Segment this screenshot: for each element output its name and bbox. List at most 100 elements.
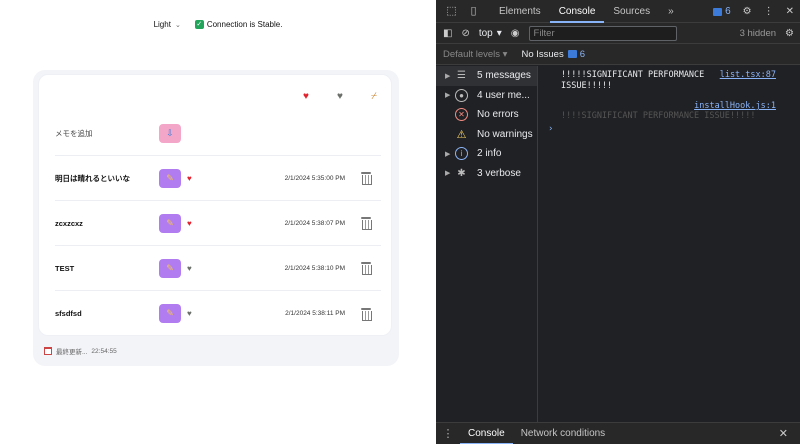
console-prompt[interactable]: ›: [539, 124, 800, 134]
pencil-icon: ✎: [166, 262, 174, 273]
clear-broom-icon[interactable]: ⌿: [367, 91, 381, 102]
add-memo-button[interactable]: ⇩: [159, 123, 181, 143]
memo-app: Light ⌄ ✓ Connection is Stable. ♥ ♥ ⌿ メモ…: [0, 0, 436, 444]
show-nonfavorites-heart-icon[interactable]: ♥: [333, 91, 347, 102]
pencil-icon: ✎: [166, 172, 174, 183]
console-sidebar: ▶ ☰ 5 messages ▶ ● 4 user me... ✕ No err…: [436, 66, 538, 422]
edit-memo-button[interactable]: ✎: [159, 213, 181, 233]
close-icon[interactable]: ✕: [786, 6, 794, 17]
devtools-panel: ⬚ ▯ Elements Console Sources » 6 ⚙ ⋮ ✕ ◧…: [436, 0, 800, 444]
last-updated-label: 最終更新...: [56, 349, 88, 356]
last-updated-time: 22:54:55: [91, 347, 117, 355]
more-options-icon[interactable]: ⋮: [764, 6, 774, 17]
error-icon: ✕: [455, 108, 468, 122]
add-memo-row: メモを追加 ⇩: [55, 111, 381, 156]
drawer-tab-network-conditions[interactable]: Network conditions: [513, 423, 613, 444]
sidebar-item-label: No warnings: [477, 128, 533, 140]
connection-status: ✓ Connection is Stable.: [194, 20, 283, 29]
calendar-icon: [44, 347, 52, 355]
favorite-heart-icon[interactable]: ♥: [187, 219, 192, 228]
more-tabs-icon[interactable]: »: [659, 0, 683, 23]
tab-elements[interactable]: Elements: [490, 0, 550, 23]
console-toolbar: ◧ ⊘ top ▾ ◉ Filter 3 hidden ⚙: [436, 23, 800, 44]
check-mark-icon: ✓: [194, 20, 204, 29]
memo-row: 明日は晴れるといいな ✎ ♥ 2/1/2024 5:35:00 PM: [55, 156, 381, 201]
delete-trash-icon[interactable]: [361, 307, 372, 321]
memo-date: 2/1/2024 5:38:11 PM: [285, 310, 345, 317]
delete-trash-icon[interactable]: [361, 262, 372, 275]
devtools-tab-bar: ⬚ ▯ Elements Console Sources » 6 ⚙ ⋮ ✕: [436, 0, 800, 23]
filter-input[interactable]: Filter: [528, 25, 677, 41]
issues-count-badge: 6: [567, 48, 585, 60]
context-select-value: top: [478, 27, 493, 39]
theme-select[interactable]: Light ⌄: [154, 20, 181, 29]
bug-icon: ✱: [457, 167, 466, 179]
info-icon: i: [455, 147, 468, 161]
hidden-count: 3 hidden: [739, 27, 777, 39]
chevron-down-icon: ⌄: [174, 21, 181, 29]
favorite-heart-icon[interactable]: ♥: [187, 174, 192, 183]
issues-badge[interactable]: 6: [713, 6, 731, 17]
drawer-menu-icon[interactable]: ⋮: [436, 427, 460, 440]
sidebar-item-info[interactable]: ▶ i 2 info: [436, 144, 537, 164]
memo-row: zcxzcxz ✎ ♥ 2/1/2024 5:38:07 PM: [55, 201, 381, 246]
last-updated: 最終更新... 22:54:55: [44, 346, 117, 356]
sidebar-item-label: No errors: [477, 109, 519, 121]
expand-arrow-icon: ▶: [445, 170, 451, 178]
sidebar-item-messages[interactable]: ▶ ☰ 5 messages: [436, 66, 537, 86]
memo-text: 明日は晴れるといいな: [55, 173, 130, 183]
console-message-text-cont: ISSUE!!!!!: [561, 81, 613, 91]
caret-down-icon: ▾: [496, 27, 502, 39]
pencil-icon: ✎: [166, 308, 174, 318]
close-drawer-icon[interactable]: ✕: [779, 427, 788, 440]
tab-console[interactable]: Console: [549, 0, 605, 23]
memo-text: TEST: [55, 263, 75, 273]
sidebar-item-label: 3 verbose: [477, 167, 521, 179]
inspect-element-icon[interactable]: ⬚: [445, 5, 458, 18]
sidebar-item-warnings[interactable]: ⚠ No warnings: [436, 125, 537, 145]
list-icon: ☰: [457, 70, 466, 82]
sidebar-toggle-icon[interactable]: ◧: [443, 28, 452, 39]
expand-arrow-icon: ▶: [445, 72, 451, 80]
show-favorites-heart-icon[interactable]: ♥: [299, 91, 313, 102]
edit-memo-button[interactable]: ✎: [159, 304, 181, 323]
console-source-link[interactable]: list.tsx:87: [720, 70, 776, 81]
device-toolbar-icon[interactable]: ▯: [467, 5, 480, 18]
add-memo-input[interactable]: メモを追加: [55, 128, 159, 139]
memo-date: 2/1/2024 5:38:10 PM: [284, 264, 345, 272]
memo-text: zcxzcxz: [55, 218, 83, 228]
connection-status-text: Connection is Stable.: [206, 20, 283, 29]
issues-counter[interactable]: No Issues 6: [521, 49, 585, 60]
memo-date: 2/1/2024 5:35:00 PM: [284, 174, 345, 182]
sidebar-item-errors[interactable]: ✕ No errors: [436, 105, 537, 125]
sidebar-item-label: 2 info: [477, 148, 502, 160]
edit-memo-button[interactable]: ✎: [159, 258, 181, 278]
favorite-heart-icon[interactable]: ♥: [187, 309, 192, 318]
pencil-icon: ✎: [166, 217, 174, 228]
inbox-tray-icon: ⇩: [166, 127, 174, 138]
issues-label: No Issues: [521, 48, 564, 60]
sidebar-item-label: 4 user me...: [477, 89, 530, 101]
console-source-link[interactable]: installHook.js:1: [539, 101, 800, 111]
devtools-drawer-bar: ⋮ Console Network conditions ✕: [436, 422, 800, 444]
clear-console-icon[interactable]: ⊘: [461, 28, 469, 39]
drawer-tab-console[interactable]: Console: [460, 423, 513, 444]
gear-icon[interactable]: ⚙: [743, 6, 752, 17]
eye-icon[interactable]: ◉: [511, 28, 520, 39]
favorite-heart-icon[interactable]: ♥: [187, 264, 192, 273]
default-levels-select[interactable]: Default levels ▾: [443, 49, 507, 60]
context-select[interactable]: top ▾: [479, 28, 502, 39]
edit-memo-button[interactable]: ✎: [159, 168, 181, 188]
issues-count: 6: [579, 48, 585, 60]
sidebar-item-verbose[interactable]: ▶ ✱ 3 verbose: [436, 164, 537, 184]
console-settings-gear-icon[interactable]: ⚙: [785, 28, 794, 39]
console-message: !!!!!SIGNIFICANT PERFORMANCE ISSUE!!!!! …: [539, 66, 800, 92]
console-message-dimmed: !!!!SIGNIFICANT PERFORMANCE ISSUE!!!!!: [561, 111, 756, 121]
delete-trash-icon[interactable]: [361, 172, 372, 185]
tab-sources[interactable]: Sources: [604, 0, 659, 23]
sidebar-item-user-messages[interactable]: ▶ ● 4 user me...: [436, 86, 537, 106]
devtools-actions: 6 ⚙ ⋮ ✕: [713, 0, 794, 23]
console-levels-bar: Default levels ▾ No Issues 6: [436, 44, 800, 65]
delete-trash-icon[interactable]: [361, 217, 372, 230]
memo-toolbar: ♥ ♥ ⌿: [299, 91, 381, 102]
